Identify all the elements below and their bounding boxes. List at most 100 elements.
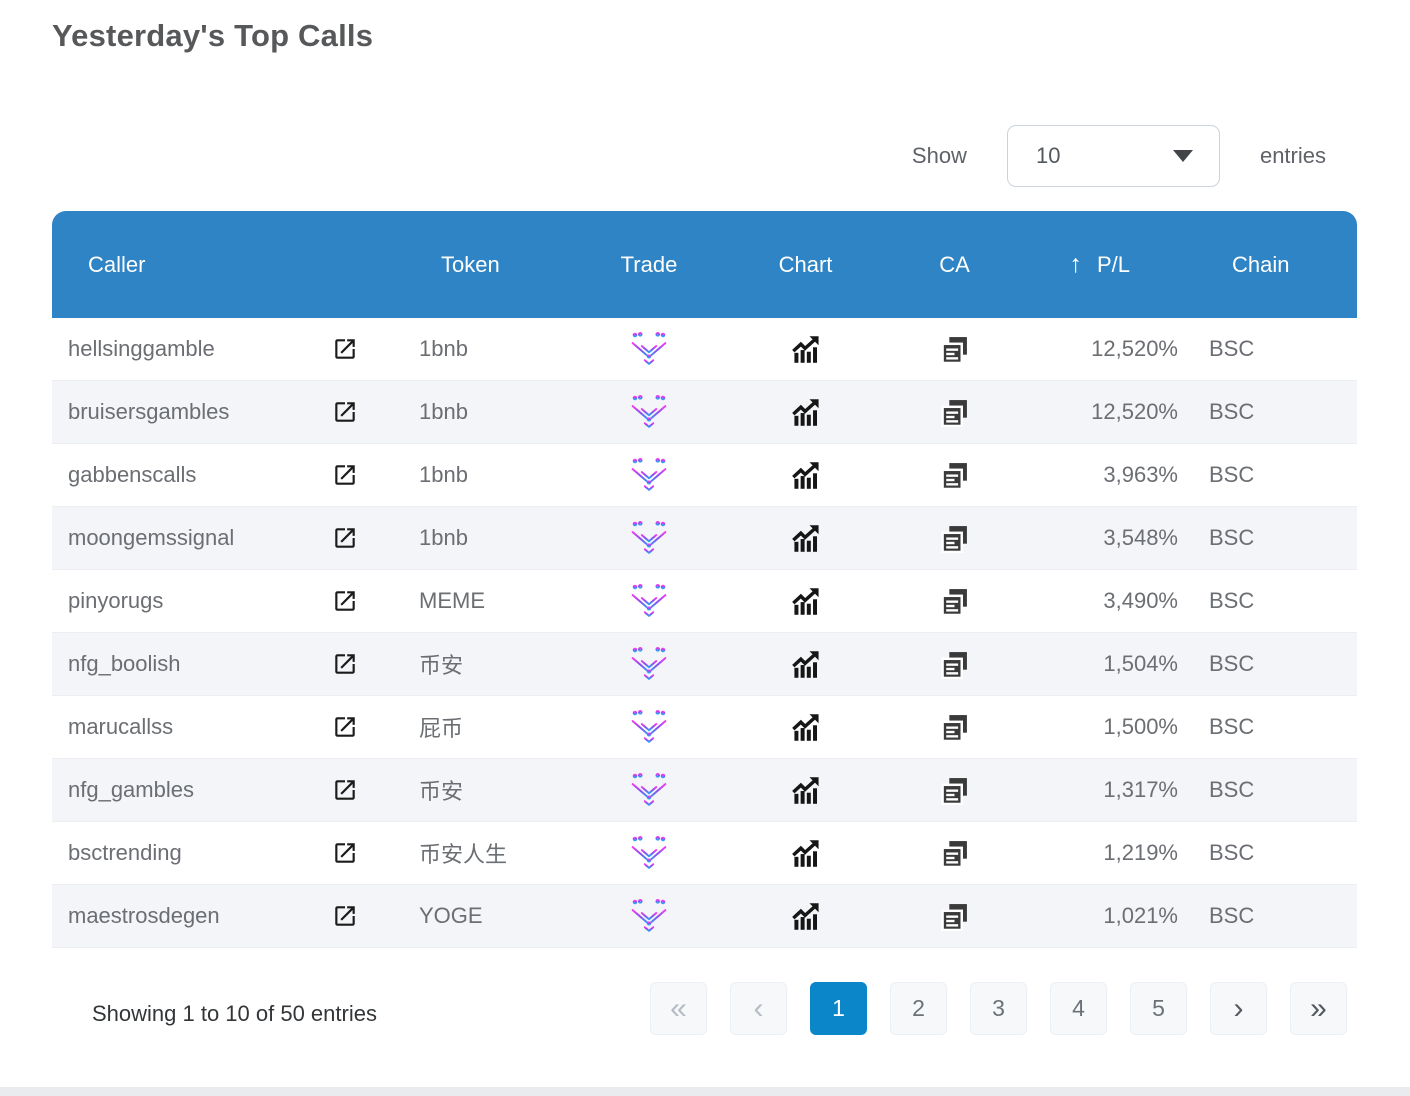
chart-button[interactable] bbox=[725, 838, 886, 869]
previous-page-button[interactable]: ‹ bbox=[730, 982, 787, 1035]
token-name: 1bnb bbox=[419, 399, 468, 424]
caller-link-button[interactable] bbox=[317, 903, 373, 929]
trade-button[interactable] bbox=[573, 773, 725, 808]
caller-name: nfg_gambles bbox=[68, 777, 194, 802]
page-button-2[interactable]: 2 bbox=[890, 982, 947, 1035]
chart-button[interactable] bbox=[725, 334, 886, 365]
external-link-icon bbox=[332, 462, 358, 488]
ca-copy-button[interactable] bbox=[886, 839, 1023, 868]
token-name: MEME bbox=[419, 588, 485, 613]
trending-chart-icon bbox=[790, 334, 821, 365]
column-header-chain[interactable]: Chain bbox=[1178, 211, 1357, 318]
external-link-icon bbox=[332, 903, 358, 929]
caller-link-button[interactable] bbox=[317, 840, 373, 866]
chart-button[interactable] bbox=[725, 649, 886, 680]
page-button-5[interactable]: 5 bbox=[1130, 982, 1187, 1035]
ca-copy-button[interactable] bbox=[886, 713, 1023, 742]
first-page-button[interactable]: « bbox=[650, 982, 707, 1035]
chart-button[interactable] bbox=[725, 586, 886, 617]
show-label: Show bbox=[911, 143, 967, 168]
copy-contract-icon bbox=[940, 776, 969, 805]
trending-chart-icon bbox=[790, 649, 821, 680]
column-header-chart[interactable]: Chart bbox=[725, 211, 886, 318]
ca-copy-button[interactable] bbox=[886, 461, 1023, 490]
token-name: 币安 bbox=[419, 653, 464, 678]
trade-button[interactable] bbox=[573, 899, 725, 934]
trade-button[interactable] bbox=[573, 584, 725, 619]
copy-contract-icon bbox=[940, 335, 969, 364]
ca-copy-button[interactable] bbox=[886, 335, 1023, 364]
caller-link-button[interactable] bbox=[317, 462, 373, 488]
caller-link-button[interactable] bbox=[317, 588, 373, 614]
pl-value: 1,219% bbox=[1103, 840, 1178, 865]
trade-button[interactable] bbox=[573, 521, 725, 556]
external-link-icon bbox=[332, 525, 358, 551]
page-size-value: 10 bbox=[1035, 143, 1061, 168]
copy-contract-icon bbox=[940, 839, 969, 868]
ca-copy-button[interactable] bbox=[886, 650, 1023, 679]
chart-button[interactable] bbox=[725, 460, 886, 491]
table-row: nfg_gambles 币安 1,317% BSC bbox=[52, 759, 1357, 822]
caller-link-button[interactable] bbox=[317, 714, 373, 740]
maestro-bot-icon bbox=[629, 836, 669, 871]
page-button-4[interactable]: 4 bbox=[1050, 982, 1107, 1035]
column-header-pl[interactable]: ↑ P/L bbox=[1023, 211, 1178, 318]
ca-copy-button[interactable] bbox=[886, 398, 1023, 427]
top-calls-table: Caller Token Trade Chart CA ↑ P/L Chain … bbox=[52, 211, 1357, 948]
last-page-button[interactable]: » bbox=[1290, 982, 1347, 1035]
column-header-ca[interactable]: CA bbox=[886, 211, 1023, 318]
table-row: maestrosdegen YOGE 1,021% BSC bbox=[52, 885, 1357, 948]
external-link-icon bbox=[332, 777, 358, 803]
caller-link-button[interactable] bbox=[317, 651, 373, 677]
column-header-token[interactable]: Token bbox=[373, 211, 573, 318]
next-page-button[interactable]: › bbox=[1210, 982, 1267, 1035]
trade-button[interactable] bbox=[573, 710, 725, 745]
pl-value: 12,520% bbox=[1091, 399, 1178, 424]
caller-name: moongemssignal bbox=[68, 525, 235, 550]
chart-button[interactable] bbox=[725, 901, 886, 932]
chart-button[interactable] bbox=[725, 775, 886, 806]
column-header-trade[interactable]: Trade bbox=[573, 211, 725, 318]
chain-value: BSC bbox=[1209, 525, 1255, 550]
chart-button[interactable] bbox=[725, 397, 886, 428]
pl-value: 1,500% bbox=[1103, 714, 1178, 739]
chain-value: BSC bbox=[1209, 336, 1255, 361]
ca-copy-button[interactable] bbox=[886, 524, 1023, 553]
page-button-3[interactable]: 3 bbox=[970, 982, 1027, 1035]
caller-name: bsctrending bbox=[68, 840, 182, 865]
ca-copy-button[interactable] bbox=[886, 587, 1023, 616]
caller-link-button[interactable] bbox=[317, 336, 373, 362]
page-size-select[interactable]: 10 bbox=[1006, 125, 1220, 187]
trade-button[interactable] bbox=[573, 395, 725, 430]
pl-value: 3,963% bbox=[1103, 462, 1178, 487]
chart-button[interactable] bbox=[725, 523, 886, 554]
chain-value: BSC bbox=[1209, 903, 1255, 928]
chain-value: BSC bbox=[1209, 777, 1255, 802]
copy-contract-icon bbox=[940, 587, 969, 616]
pl-value: 3,548% bbox=[1103, 525, 1178, 550]
external-link-icon bbox=[332, 651, 358, 677]
pl-value: 1,021% bbox=[1103, 903, 1178, 928]
ca-copy-button[interactable] bbox=[886, 902, 1023, 931]
caller-link-button[interactable] bbox=[317, 525, 373, 551]
caller-name: hellsinggamble bbox=[68, 336, 215, 361]
trending-chart-icon bbox=[790, 460, 821, 491]
trade-button[interactable] bbox=[573, 458, 725, 493]
caller-link-button[interactable] bbox=[317, 399, 373, 425]
caller-link-button[interactable] bbox=[317, 777, 373, 803]
trade-button[interactable] bbox=[573, 647, 725, 682]
chain-value: BSC bbox=[1209, 714, 1255, 739]
pl-header-label: P/L bbox=[1096, 251, 1130, 277]
column-header-caller[interactable]: Caller bbox=[52, 211, 317, 318]
entries-label: entries bbox=[1259, 143, 1326, 168]
chart-button[interactable] bbox=[725, 712, 886, 743]
maestro-bot-icon bbox=[629, 395, 669, 430]
maestro-bot-icon bbox=[629, 521, 669, 556]
table-row: bsctrending 币安人生 1,219% BSC bbox=[52, 822, 1357, 885]
trade-button[interactable] bbox=[573, 332, 725, 367]
trade-button[interactable] bbox=[573, 836, 725, 871]
table-header-row: Caller Token Trade Chart CA ↑ P/L Chain bbox=[52, 211, 1357, 318]
page-button-1[interactable]: 1 bbox=[810, 982, 867, 1035]
pl-value: 12,520% bbox=[1091, 336, 1178, 361]
ca-copy-button[interactable] bbox=[886, 776, 1023, 805]
